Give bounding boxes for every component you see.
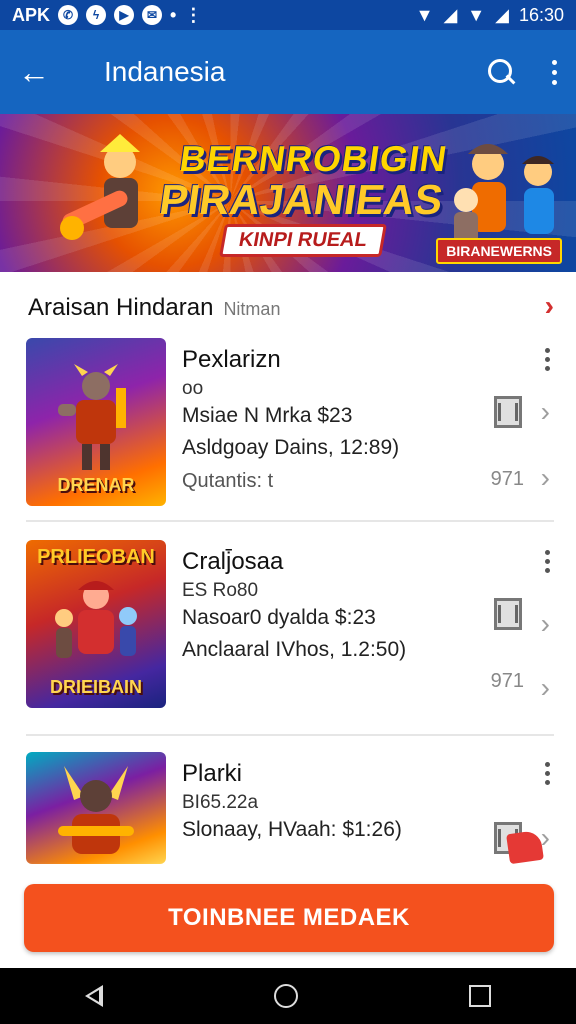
app-count: 971: [490, 670, 524, 692]
app-meta-2: Slonaay, HVaah: $1:26): [182, 818, 402, 841]
download-icon[interactable]: [494, 598, 522, 630]
app-count: 971: [490, 468, 524, 490]
heroes-illustration: [55, 581, 137, 658]
warrior-illustration: [58, 364, 126, 470]
hero-character-left: [60, 134, 140, 240]
arrow-back-icon[interactable]: ←: [18, 54, 62, 91]
banner-tag-secondary: BIRANEWERNS: [436, 238, 562, 264]
wifi-icon: ▼: [467, 4, 486, 25]
list-item[interactable]: DRENAR Pexlarizn oo Msiae N Mrka $23 Asl…: [26, 338, 554, 508]
app-thumbnail[interactable]: DRENAR: [26, 338, 166, 506]
status-apk-label: APK: [12, 4, 51, 25]
primary-action-button[interactable]: TOINBNEE MEDAEK: [24, 884, 554, 952]
banner-headline-1: BERNROBIGIN: [177, 138, 450, 179]
dragon-warrior-illustration: [58, 766, 134, 854]
status-right: ▼ ◢ ▼ ◢ 16:30: [416, 5, 564, 26]
mail-icon: ✉: [142, 5, 163, 25]
chevron-right-icon[interactable]: ›: [541, 674, 550, 702]
nav-home-icon[interactable]: [273, 984, 298, 1008]
divider: [26, 734, 554, 736]
thumbnail-caption: DRENAR: [57, 475, 135, 495]
chevron-right-icon[interactable]: ›: [541, 398, 550, 426]
banner-tag: KINPI RUEAL: [219, 224, 387, 257]
promo-banner[interactable]: BERNROBIGIN PIRAJANIEAS KINPI RUEAL BIRA…: [0, 114, 576, 272]
app-bar: ← Indanesia: [0, 30, 576, 114]
more-vert-icon[interactable]: [545, 762, 550, 785]
section-title: Araisan Hindaran: [28, 294, 214, 321]
chevron-right-icon[interactable]: ›: [541, 464, 550, 492]
status-left: APK ✆ ϟ ▶ ✉ • ⋮: [12, 5, 202, 26]
whatsapp-icon: ✆: [58, 5, 79, 25]
search-icon[interactable]: [486, 57, 516, 87]
system-nav-bar: [0, 968, 576, 1024]
more-vert-icon[interactable]: [550, 59, 558, 85]
chevron-right-icon[interactable]: ›: [545, 292, 554, 320]
section-header[interactable]: Araisan Hindaran Nitman ›: [28, 292, 554, 322]
app-thumbnail[interactable]: PRLIEOBAN DRIEIBAIN: [26, 540, 166, 708]
more-vert-icon[interactable]: [545, 550, 550, 573]
youtube-icon: ▶: [114, 5, 135, 25]
divider: [26, 520, 554, 522]
app-meta-1: ES Ro80: [182, 580, 259, 601]
signal-icon: ◢: [495, 4, 509, 25]
section-subtitle: Nitman: [223, 299, 281, 319]
chevron-right-icon[interactable]: ›: [541, 610, 550, 638]
app-meta-3: Asldgoay Dains, 12:89): [182, 436, 400, 459]
app-meta-2: Msiae N Mrka $23: [182, 404, 353, 427]
nav-back-icon[interactable]: [85, 985, 104, 1007]
app-meta-4: Qutantis: t: [182, 470, 274, 492]
more-vert-icon: ⋮: [184, 4, 203, 25]
download-icon[interactable]: [494, 396, 522, 428]
list-item[interactable]: PRLIEOBAN DRIEIBAIN Cralj̄osaa ES Ro80 N…: [26, 540, 554, 710]
dot-icon: •: [170, 4, 177, 25]
app-bar-actions: [486, 57, 558, 87]
nav-recents-icon[interactable]: [468, 985, 491, 1007]
status-time: 16:30: [518, 4, 564, 25]
status-bar: APK ✆ ϟ ▶ ✉ • ⋮ ▼ ◢ ▼ ◢ 16:30: [0, 0, 576, 30]
messenger-icon: ϟ: [86, 5, 107, 25]
wifi-icon: ▼: [415, 4, 434, 25]
app-meta-1: BI65.22a: [182, 792, 259, 813]
app-name[interactable]: Plarki: [182, 760, 242, 788]
signal-icon: ◢: [443, 4, 458, 25]
more-vert-icon[interactable]: [545, 348, 550, 371]
app-meta-3: Anclaaral IVhos, 1.2:50): [182, 638, 407, 661]
app-thumbnail[interactable]: [26, 752, 166, 864]
app-meta-1: oo: [182, 378, 204, 399]
page-title: Indanesia: [104, 56, 226, 87]
app-name[interactable]: Cralj̄osaa: [182, 548, 283, 576]
app-meta-2: Nasoar0 dyalda $:23: [182, 606, 376, 629]
banner-headline-2: PIRAJANIEAS: [156, 176, 446, 223]
app-name[interactable]: Pexlarizn: [182, 346, 281, 374]
thumbnail-caption: DRIEIBAIN: [49, 677, 142, 697]
